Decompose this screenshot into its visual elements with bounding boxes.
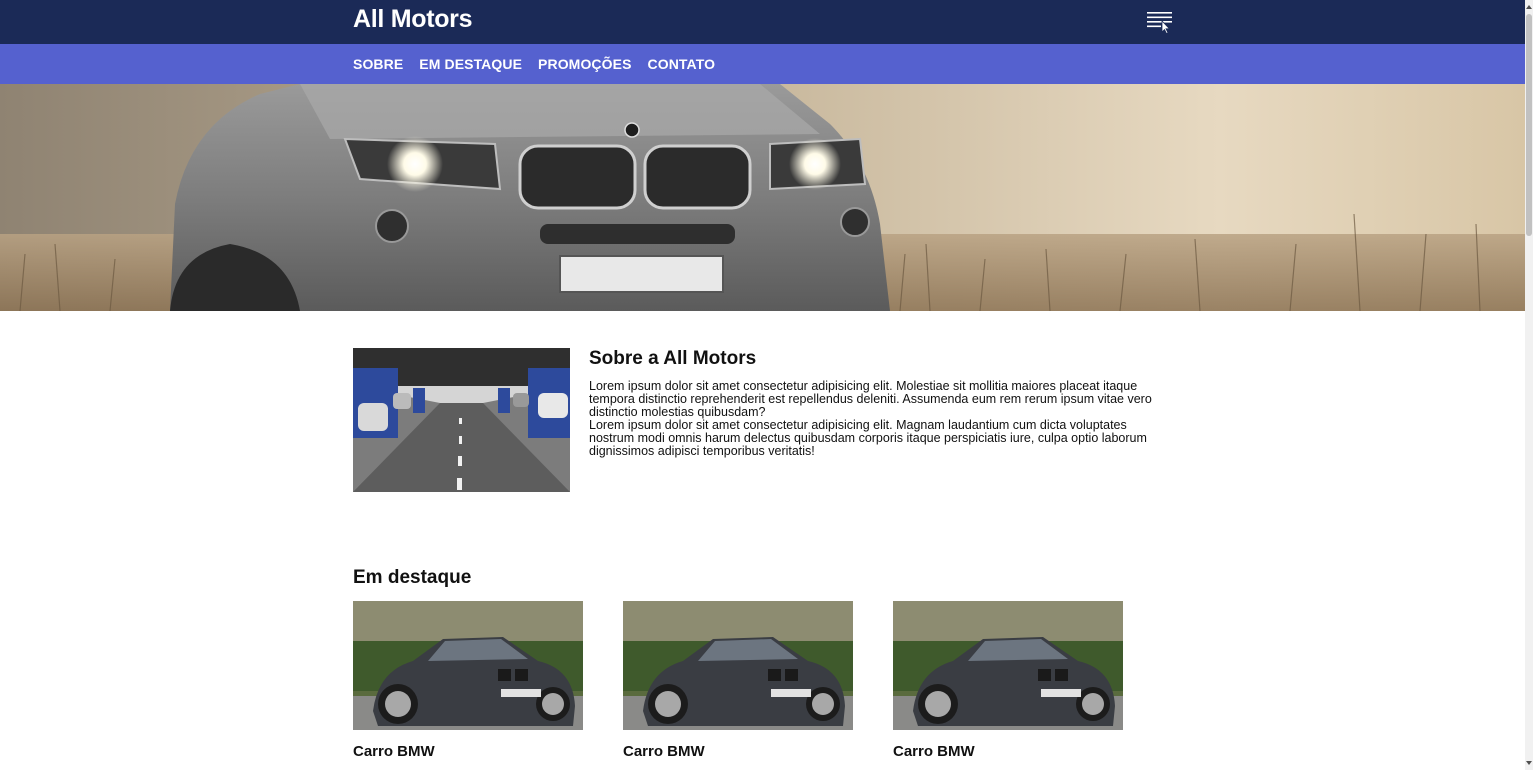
brand-logo-text[interactable]: All Motors xyxy=(353,5,473,34)
nav-link-contato[interactable]: CONTATO xyxy=(648,56,716,72)
about-image xyxy=(353,348,570,492)
card-title: Carro BMW xyxy=(893,743,975,760)
about-paragraph-2: Lorem ipsum dolor sit amet consectetur a… xyxy=(589,418,1147,458)
page: All Motors SOBRE EM DESTAQUE PROMOÇÕES C… xyxy=(0,0,1525,770)
car-front-field-photo xyxy=(0,84,1525,311)
nav-links: SOBRE EM DESTAQUE PROMOÇÕES CONTATO xyxy=(353,44,715,84)
page-scrollbar[interactable] xyxy=(1525,0,1533,770)
bmw-car-photo xyxy=(353,601,583,730)
hamburger-menu-icon xyxy=(1147,12,1172,35)
nav-link-em-destaque[interactable]: EM DESTAQUE xyxy=(419,56,522,72)
main-nav: SOBRE EM DESTAQUE PROMOÇÕES CONTATO xyxy=(0,44,1525,84)
scroll-up-arrow-icon[interactable] xyxy=(1525,2,1533,12)
scrollbar-thumb[interactable] xyxy=(1526,14,1532,236)
hamburger-menu-button[interactable] xyxy=(1143,8,1175,35)
featured-card[interactable]: Carro BMW xyxy=(893,601,1123,760)
nav-link-promocoes[interactable]: PROMOÇÕES xyxy=(538,56,631,72)
about-section: Sobre a All Motors Lorem ipsum dolor sit… xyxy=(589,348,1174,458)
scroll-down-arrow-icon[interactable] xyxy=(1525,758,1533,768)
about-title: Sobre a All Motors xyxy=(589,348,757,369)
about-paragraph-1: Lorem ipsum dolor sit amet consectetur a… xyxy=(589,379,1152,419)
bmw-car-photo xyxy=(893,601,1123,730)
bmw-car-photo xyxy=(623,601,853,730)
card-title: Carro BMW xyxy=(623,743,705,760)
parking-garage-photo xyxy=(353,348,570,492)
featured-title: Em destaque xyxy=(353,567,472,588)
featured-card[interactable]: Carro BMW xyxy=(623,601,853,760)
card-title: Carro BMW xyxy=(353,743,435,760)
nav-link-sobre[interactable]: SOBRE xyxy=(353,56,403,72)
top-header: All Motors xyxy=(0,0,1525,44)
featured-card[interactable]: Carro BMW xyxy=(353,601,583,760)
hero-banner-image xyxy=(0,84,1525,311)
